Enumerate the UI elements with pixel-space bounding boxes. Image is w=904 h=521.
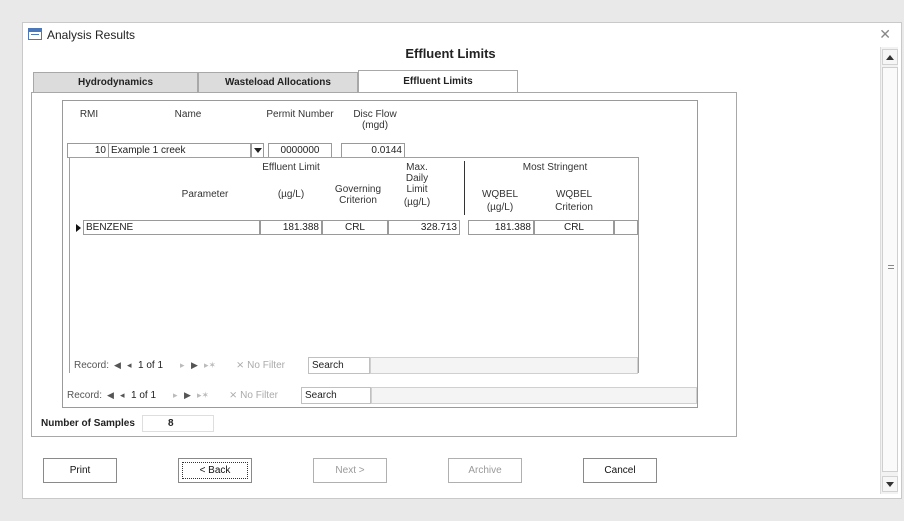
- header-effluent-limit: Effluent Limit: [262, 162, 320, 173]
- tab-effluent-limits[interactable]: Effluent Limits: [358, 70, 518, 93]
- next-record-icon[interactable]: ▸: [173, 390, 178, 401]
- header-limit: Limit: [406, 184, 428, 195]
- print-button-label: Print: [69, 465, 91, 476]
- samples-field[interactable]: 8: [142, 415, 214, 432]
- last-record-icon[interactable]: ▶︎: [184, 390, 191, 401]
- tab-hydrodynamics[interactable]: Hydrodynamics: [33, 72, 198, 93]
- header-disc-flow-unit: (mgd): [361, 120, 389, 131]
- new-record-icon[interactable]: ▸✶: [197, 390, 209, 401]
- effluent-limits-datasheet: Effluent Limit Max. Daily Limit (µg/L) M…: [69, 157, 639, 374]
- form-header: Effluent Limits: [405, 46, 496, 61]
- vertical-scrollbar[interactable]: [880, 47, 898, 494]
- cancel-button-label: Cancel: [604, 465, 636, 476]
- max-daily-limit-cell[interactable]: 328.713: [388, 220, 460, 235]
- back-button-label: < Back: [199, 465, 231, 476]
- search-input[interactable]: Search: [308, 357, 370, 374]
- inner-record-navigator: Record: ◀︎ ◂ 1 of 1 ▸ ▶︎ ▸✶ ⨯ No Filter …: [70, 357, 638, 374]
- record-position[interactable]: 1 of 1: [138, 360, 163, 371]
- parameter-cell[interactable]: BENZENE: [83, 220, 260, 235]
- last-record-icon[interactable]: ▶︎: [191, 360, 198, 371]
- cancel-button[interactable]: Cancel: [583, 458, 657, 483]
- back-button[interactable]: < Back: [178, 458, 252, 483]
- permit-number-field[interactable]: 0000000: [268, 143, 332, 158]
- wqbel-cell[interactable]: 181.388: [468, 220, 534, 235]
- archive-button[interactable]: Archive: [448, 458, 522, 483]
- filter-icon[interactable]: ⨯: [229, 390, 237, 401]
- record-label: Record:: [74, 360, 110, 371]
- horizontal-scrollbar[interactable]: [371, 387, 697, 404]
- analysis-results-window: Analysis Results ✕ Effluent Limits Hydro…: [22, 22, 902, 499]
- column-divider: [464, 161, 465, 215]
- archive-button-label: Archive: [468, 465, 502, 476]
- prev-record-icon[interactable]: ◂: [127, 360, 132, 371]
- search-input[interactable]: Search: [301, 387, 371, 404]
- header-governing: Governing: [334, 184, 382, 195]
- name-field[interactable]: Example 1 creek: [108, 143, 251, 158]
- title-bar: Analysis Results ✕: [23, 23, 901, 45]
- next-button-label: Next >: [335, 465, 365, 476]
- header-most-stringent: Most Stringent: [522, 162, 588, 173]
- header-governing-criterion: Criterion: [339, 195, 377, 206]
- record-position[interactable]: 1 of 1: [131, 390, 156, 401]
- header-permit-number: Permit Number: [266, 109, 334, 120]
- header-wqbel-unit: (µg/L): [486, 202, 514, 213]
- next-record-icon[interactable]: ▸: [180, 360, 185, 371]
- header-wqbel: WQBEL: [481, 189, 519, 200]
- rmi-field[interactable]: 10: [67, 143, 109, 158]
- record-selector-icon: [76, 224, 81, 232]
- governing-criterion-cell[interactable]: CRL: [322, 220, 388, 235]
- form-icon: [28, 28, 42, 40]
- header-daily: Daily: [405, 173, 429, 184]
- record-label: Record:: [67, 390, 103, 401]
- prev-record-icon[interactable]: ◂: [120, 390, 125, 401]
- close-icon[interactable]: ✕: [879, 27, 891, 41]
- window-title: Analysis Results: [47, 28, 136, 42]
- header-wqbel-2: WQBEL: [555, 189, 593, 200]
- no-filter-label[interactable]: No Filter: [240, 390, 278, 401]
- name-dropdown-button[interactable]: [251, 143, 264, 158]
- first-record-icon[interactable]: ◀︎: [114, 360, 121, 371]
- new-record-icon[interactable]: ▸✶: [204, 360, 216, 371]
- header-wqbel-criterion: Criterion: [555, 202, 593, 213]
- tab-wasteload-allocations[interactable]: Wasteload Allocations: [198, 72, 358, 93]
- disc-flow-field[interactable]: 0.0144: [341, 143, 405, 158]
- scroll-up-icon[interactable]: [882, 49, 898, 65]
- chevron-down-icon: [254, 148, 262, 153]
- empty-cell: [614, 220, 638, 235]
- samples-label: Number of Samples: [41, 418, 135, 429]
- print-button[interactable]: Print: [43, 458, 117, 483]
- next-button[interactable]: Next >: [313, 458, 387, 483]
- header-rmi: RMI: [79, 109, 99, 120]
- outer-record-navigator: Record: ◀︎ ◂ 1 of 1 ▸ ▶︎ ▸✶ ⨯ No Filter …: [63, 387, 697, 404]
- no-filter-label[interactable]: No Filter: [247, 360, 285, 371]
- scroll-down-icon[interactable]: [882, 476, 898, 492]
- scrollbar-thumb[interactable]: [882, 67, 898, 472]
- header-max: Max.: [406, 162, 428, 173]
- header-name: Name: [174, 109, 202, 120]
- first-record-icon[interactable]: ◀︎: [107, 390, 114, 401]
- horizontal-scrollbar[interactable]: [370, 357, 638, 374]
- filter-icon[interactable]: ⨯: [236, 360, 244, 371]
- effluent-limit-cell[interactable]: 181.388: [260, 220, 322, 235]
- header-disc-flow: Disc Flow: [353, 109, 397, 120]
- wqbel-criterion-cell[interactable]: CRL: [534, 220, 614, 235]
- grip-icon: [888, 265, 894, 269]
- header-effluent-limit-unit: (µg/L): [277, 189, 305, 200]
- header-max-daily-unit: (µg/L): [403, 197, 431, 208]
- record-selector[interactable]: [73, 220, 83, 235]
